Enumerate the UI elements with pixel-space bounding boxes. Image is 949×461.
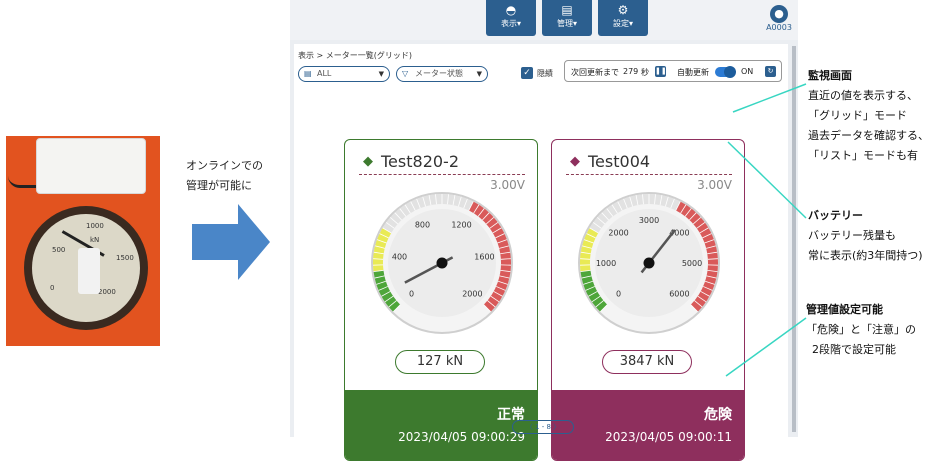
- annotation-battery: バッテリー バッテリー残量も 常に表示(約3年間持つ): [808, 206, 923, 266]
- leader-lines: [0, 0, 949, 446]
- annotation-threshold: 管理値設定可能 「危険」と「注意」の 2段階で設定可能: [806, 300, 916, 360]
- annotation-monitor: 監視画面 直近の値を表示する、 「グリッド」モード 過去データを確認する、 「リ…: [808, 66, 929, 166]
